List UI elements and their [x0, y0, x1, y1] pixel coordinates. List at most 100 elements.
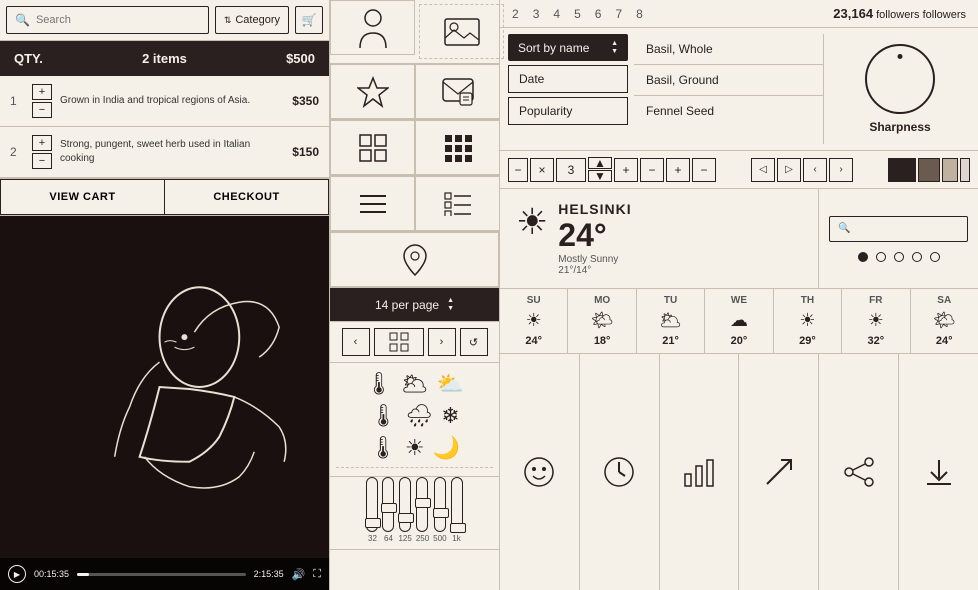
eq-track-32[interactable]: [366, 477, 378, 532]
bottom-icon-clock[interactable]: [580, 354, 660, 590]
volume-icon[interactable]: 🔊: [292, 568, 306, 581]
search-dots-col: 🔍: [818, 189, 978, 288]
weather-search-row: ☀ HELSINKI 24° Mostly Sunny 21°/14° 🔍: [500, 189, 978, 289]
color-block-light[interactable]: [942, 158, 958, 182]
num-up-arrow[interactable]: ▲: [588, 157, 612, 169]
mini-search-icon: 🔍: [838, 223, 850, 234]
eq-track-125[interactable]: [399, 477, 411, 532]
fullscreen-icon[interactable]: ⛶: [313, 568, 321, 581]
detail-list-icon-cell[interactable]: [415, 176, 500, 231]
bottom-icon-download[interactable]: [899, 354, 978, 590]
minus-button-2[interactable]: −: [640, 158, 664, 182]
minus-button-1[interactable]: −: [508, 158, 528, 182]
sharpness-label: Sharpness: [869, 120, 930, 134]
sort-up-arrow: ▲: [611, 40, 618, 47]
chart-icon: [683, 456, 715, 488]
eq-track-64[interactable]: [382, 477, 394, 532]
sort-row: Sort by name ▲ ▼ Date Popularity: [500, 28, 978, 150]
list-view-icon-cell[interactable]: [330, 176, 415, 231]
popularity-filter[interactable]: Popularity: [508, 97, 628, 125]
num-down-arrow[interactable]: ▼: [588, 170, 612, 182]
color-block-medium[interactable]: [918, 158, 940, 182]
plus-button-2[interactable]: +: [666, 158, 690, 182]
eq-thumb-125: [398, 513, 414, 523]
dot-1-active[interactable]: [858, 252, 868, 262]
nav-left[interactable]: ‹: [803, 158, 827, 182]
cart-icon: 🛒: [302, 13, 317, 27]
sun-icon-large: ☀: [516, 201, 548, 243]
location-icon-cell[interactable]: [330, 232, 499, 287]
decrease-qty-2[interactable]: −: [32, 153, 52, 169]
sharpness-knob[interactable]: [865, 44, 935, 114]
image-icon-cell[interactable]: [419, 4, 504, 59]
herb-item-1[interactable]: Basil, Whole: [634, 34, 823, 65]
refresh-button[interactable]: ↺: [460, 328, 488, 356]
day-col-mo: MO 🌤 18°: [568, 289, 636, 353]
list-view-icon: [359, 192, 387, 216]
sort-icon: ⇅: [224, 15, 232, 26]
nav-right[interactable]: ›: [829, 158, 853, 182]
decrease-qty-1[interactable]: −: [32, 102, 52, 118]
plus-button-1[interactable]: +: [614, 158, 638, 182]
date-filter[interactable]: Date: [508, 65, 628, 93]
view-cart-button[interactable]: VIEW CART: [0, 179, 164, 215]
nav-right-double[interactable]: ▷: [777, 158, 801, 182]
icon-grid-2: [330, 64, 499, 120]
eq-track-1k[interactable]: [451, 477, 463, 532]
eq-label-32: 32: [368, 534, 377, 543]
followers-label-text: followers: [923, 9, 966, 21]
dot-3[interactable]: [894, 252, 904, 262]
dot-5[interactable]: [930, 252, 940, 262]
day-temp-sa: 24°: [936, 335, 953, 347]
person-icon: [358, 8, 388, 48]
dot-4[interactable]: [912, 252, 922, 262]
color-block-lighter[interactable]: [960, 158, 970, 182]
search-input[interactable]: 🔍: [6, 6, 209, 34]
followers-count: 23,164: [833, 6, 873, 21]
compact-grid-icon-cell[interactable]: [415, 120, 500, 175]
thermometer-icon-1: 🌡: [365, 371, 393, 397]
play-button[interactable]: ▶: [8, 565, 26, 583]
herb-item-2[interactable]: Basil, Ground: [634, 65, 823, 96]
increase-qty-1[interactable]: +: [32, 84, 52, 100]
items-count: 2 items: [142, 51, 187, 66]
bottom-icon-chart[interactable]: [660, 354, 740, 590]
per-page-arrows[interactable]: ▲ ▼: [447, 297, 454, 312]
day-col-we: WE ☁ 20°: [705, 289, 773, 353]
cart-button[interactable]: 🛒: [295, 6, 323, 34]
bottom-icon-arrow[interactable]: [739, 354, 819, 590]
dot-2[interactable]: [876, 252, 886, 262]
star-icon-cell[interactable]: [330, 64, 415, 119]
nav-left-double[interactable]: ◁: [751, 158, 775, 182]
minus-button-3[interactable]: −: [692, 158, 716, 182]
day-label-sa: SA: [937, 295, 951, 306]
sort-select[interactable]: Sort by name ▲ ▼: [508, 34, 628, 61]
mini-search-input[interactable]: 🔍: [829, 216, 968, 242]
prev-page-button[interactable]: ‹: [342, 328, 370, 356]
checkout-button[interactable]: CHECKOUT: [164, 179, 329, 215]
eq-track-250[interactable]: [416, 477, 428, 532]
bottom-icon-face[interactable]: [500, 354, 580, 590]
progress-bar[interactable]: [77, 573, 246, 576]
date-label: Date: [519, 72, 544, 86]
category-button[interactable]: ⇅ Category: [215, 6, 289, 34]
arrow-icon: [763, 456, 795, 488]
next-page-button[interactable]: ›: [428, 328, 456, 356]
color-block-dark[interactable]: [888, 158, 916, 182]
weather-widget: ☀ HELSINKI 24° Mostly Sunny 21°/14°: [500, 189, 818, 288]
day-label-mo: MO: [594, 295, 610, 306]
cross-button[interactable]: ×: [530, 158, 554, 182]
day-label-fr: FR: [869, 295, 882, 306]
herb-item-3[interactable]: Fennel Seed: [634, 96, 823, 126]
day-icon-sa: 🌤: [933, 310, 956, 331]
increase-qty-2[interactable]: +: [32, 135, 52, 151]
search-field[interactable]: [36, 14, 96, 26]
bottom-icon-share[interactable]: [819, 354, 899, 590]
message-icon-cell[interactable]: [415, 64, 500, 119]
person-icon-cell[interactable]: [330, 0, 415, 55]
grid-view-icon-cell[interactable]: [330, 120, 415, 175]
eq-track-500[interactable]: [434, 477, 446, 532]
action-buttons: VIEW CART CHECKOUT: [0, 179, 329, 216]
filter-inputs: Date Popularity: [508, 65, 628, 131]
grid-nav-button[interactable]: [374, 328, 424, 356]
